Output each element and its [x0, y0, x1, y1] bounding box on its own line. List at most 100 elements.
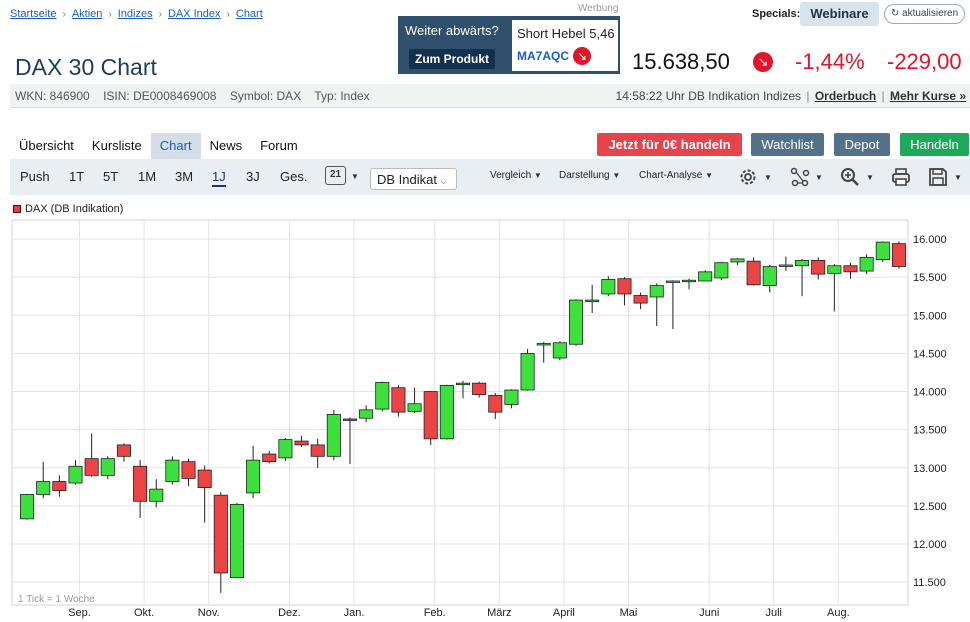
period-1m[interactable]: 1M — [138, 169, 156, 184]
chevron-down-icon: ⌵ — [440, 177, 447, 186]
caret-down-icon[interactable]: ▼ — [815, 173, 823, 182]
gear-icon[interactable] — [738, 167, 758, 187]
candle[interactable] — [714, 261, 729, 281]
save-icon[interactable] — [928, 167, 948, 187]
candle[interactable] — [746, 257, 761, 286]
candle[interactable] — [20, 493, 35, 520]
breadcrumb-startseite[interactable]: Startseite — [10, 8, 56, 20]
x-tick-label: Okt. — [134, 607, 154, 619]
candle-body-up — [20, 494, 35, 520]
ad-product-button[interactable]: Zum Produkt — [409, 49, 495, 69]
webinare-button[interactable]: Webinare — [800, 2, 879, 26]
x-tick-label: Jan. — [344, 607, 365, 619]
chevron-down-icon[interactable]: ▼ — [351, 172, 359, 181]
candle[interactable] — [326, 409, 341, 461]
candle-body-up — [552, 342, 567, 359]
candle[interactable] — [568, 299, 584, 346]
candle[interactable] — [229, 502, 244, 579]
quote-time: 14:58:22 Uhr DB Indikation Indizes — [615, 89, 801, 103]
refresh-button[interactable]: ↻ aktualisieren — [884, 4, 965, 24]
candle-body-down — [342, 418, 358, 421]
candle-body-up — [875, 241, 890, 261]
chevron-right-icon: › — [108, 8, 112, 20]
candle[interactable] — [391, 385, 406, 417]
candle[interactable] — [100, 456, 115, 480]
candle[interactable] — [891, 241, 906, 269]
candle[interactable] — [875, 241, 890, 262]
tab-chart[interactable]: Chart — [150, 133, 201, 159]
print-icon[interactable] — [891, 167, 911, 187]
period-1j[interactable]: 1J — [212, 169, 226, 187]
trade-free-button[interactable]: Jetzt für 0€ handeln — [597, 133, 742, 156]
candle-body-up — [326, 414, 341, 457]
period-ges[interactable]: Ges. — [280, 169, 307, 184]
chart-analyse-menu[interactable]: Chart-Analyse ▼ — [639, 170, 713, 181]
darstellung-menu[interactable]: Darstellung ▼ — [559, 170, 620, 181]
candle[interactable] — [375, 381, 390, 412]
orderbuch-link[interactable]: Orderbuch — [815, 89, 876, 103]
tick-note: 1 Tick = 1 Woche — [18, 594, 95, 605]
network-icon[interactable] — [790, 167, 810, 187]
mehr-kurse-link[interactable]: Mehr Kurse » — [890, 89, 966, 103]
breadcrumb-indizes[interactable]: Indizes — [118, 8, 153, 20]
candle[interactable] — [278, 438, 293, 461]
ad-label: Werbung — [578, 3, 619, 14]
candle-body-down — [488, 394, 503, 413]
x-tick-label: März — [487, 607, 511, 619]
x-tick-label: Mai — [620, 607, 638, 619]
candle-body-up — [859, 256, 874, 272]
candle[interactable] — [601, 276, 616, 297]
change-percent: -1,44% — [795, 49, 865, 74]
candle[interactable] — [423, 390, 438, 445]
period-3m[interactable]: 3M — [175, 169, 193, 184]
handeln-button[interactable]: Handeln — [900, 133, 969, 156]
breadcrumb-chart[interactable]: Chart — [236, 8, 263, 20]
tab-kursliste[interactable]: Kursliste — [83, 133, 151, 159]
tab-uebersicht[interactable]: Übersicht — [10, 133, 83, 159]
vergleich-menu[interactable]: Vergleich ▼ — [490, 170, 542, 181]
period-3j[interactable]: 3J — [246, 169, 260, 184]
caret-down-icon[interactable]: ▼ — [866, 173, 874, 182]
isin-label: ISIN: DE0008469008 — [103, 89, 217, 103]
candle[interactable] — [698, 270, 713, 282]
ad-product-box[interactable]: Short Hebel 5,46 MA7AQC ↘ — [512, 20, 618, 71]
period-1t[interactable]: 1T — [69, 169, 84, 184]
caret-down-icon: ▼ — [705, 171, 714, 180]
symbol-label: Symbol: DAX — [229, 89, 302, 103]
candle-body-up — [359, 409, 374, 419]
candle-body-up — [439, 385, 454, 440]
candle-body-down — [116, 444, 131, 457]
candle[interactable] — [439, 384, 454, 440]
caret-down-icon[interactable]: ▼ — [764, 173, 772, 182]
breadcrumb-aktien[interactable]: Aktien — [72, 8, 103, 20]
candle[interactable] — [165, 456, 180, 485]
candle-body-up — [778, 264, 793, 267]
watchlist-button[interactable]: Watchlist — [751, 133, 824, 156]
source-select[interactable]: DB Indikat ⌵ — [370, 168, 457, 190]
tab-forum[interactable]: Forum — [251, 133, 307, 159]
candlestick-chart[interactable]: 11.500 12.000 12.500 13.000 13.500 14.000 14.5… — [0, 215, 970, 622]
candle-body-down — [262, 453, 277, 463]
caret-down-icon[interactable]: ▼ — [954, 173, 962, 182]
period-push[interactable]: Push — [20, 169, 50, 184]
zoom-icon[interactable] — [840, 167, 860, 187]
section-tabs: Übersicht Kursliste Chart News Forum — [10, 133, 307, 159]
candle[interactable] — [859, 254, 874, 275]
tab-news[interactable]: News — [201, 133, 252, 159]
candle[interactable] — [520, 348, 535, 391]
candle-body-down — [294, 440, 309, 446]
x-tick-label: Sep. — [68, 607, 91, 619]
breadcrumb: Startseite › Aktien › Indizes › DAX Inde… — [10, 8, 263, 20]
x-tick-label: April — [553, 607, 575, 619]
calendar-icon[interactable]: 21 — [325, 166, 346, 185]
y-tick-label: 15.000 — [913, 310, 947, 322]
depot-button[interactable]: Depot — [834, 133, 890, 156]
chart-toolbar: Push 1T 5T 1M 3M 1J 3J Ges. 21 ▼ DB Indi… — [10, 159, 970, 195]
candle-body-down — [84, 458, 99, 476]
x-axis-labels: Sep. Okt. Nov. Dez. Jan. Feb. März April Mai Juni… — [68, 607, 849, 619]
breadcrumb-dax-index[interactable]: DAX Index — [168, 8, 221, 20]
ad-banner[interactable]: Weiter abwärts? Zum Produkt Short Hebel … — [398, 16, 620, 74]
candle-body-up — [100, 458, 115, 476]
period-5t[interactable]: 5T — [103, 169, 118, 184]
candle[interactable] — [552, 341, 567, 361]
